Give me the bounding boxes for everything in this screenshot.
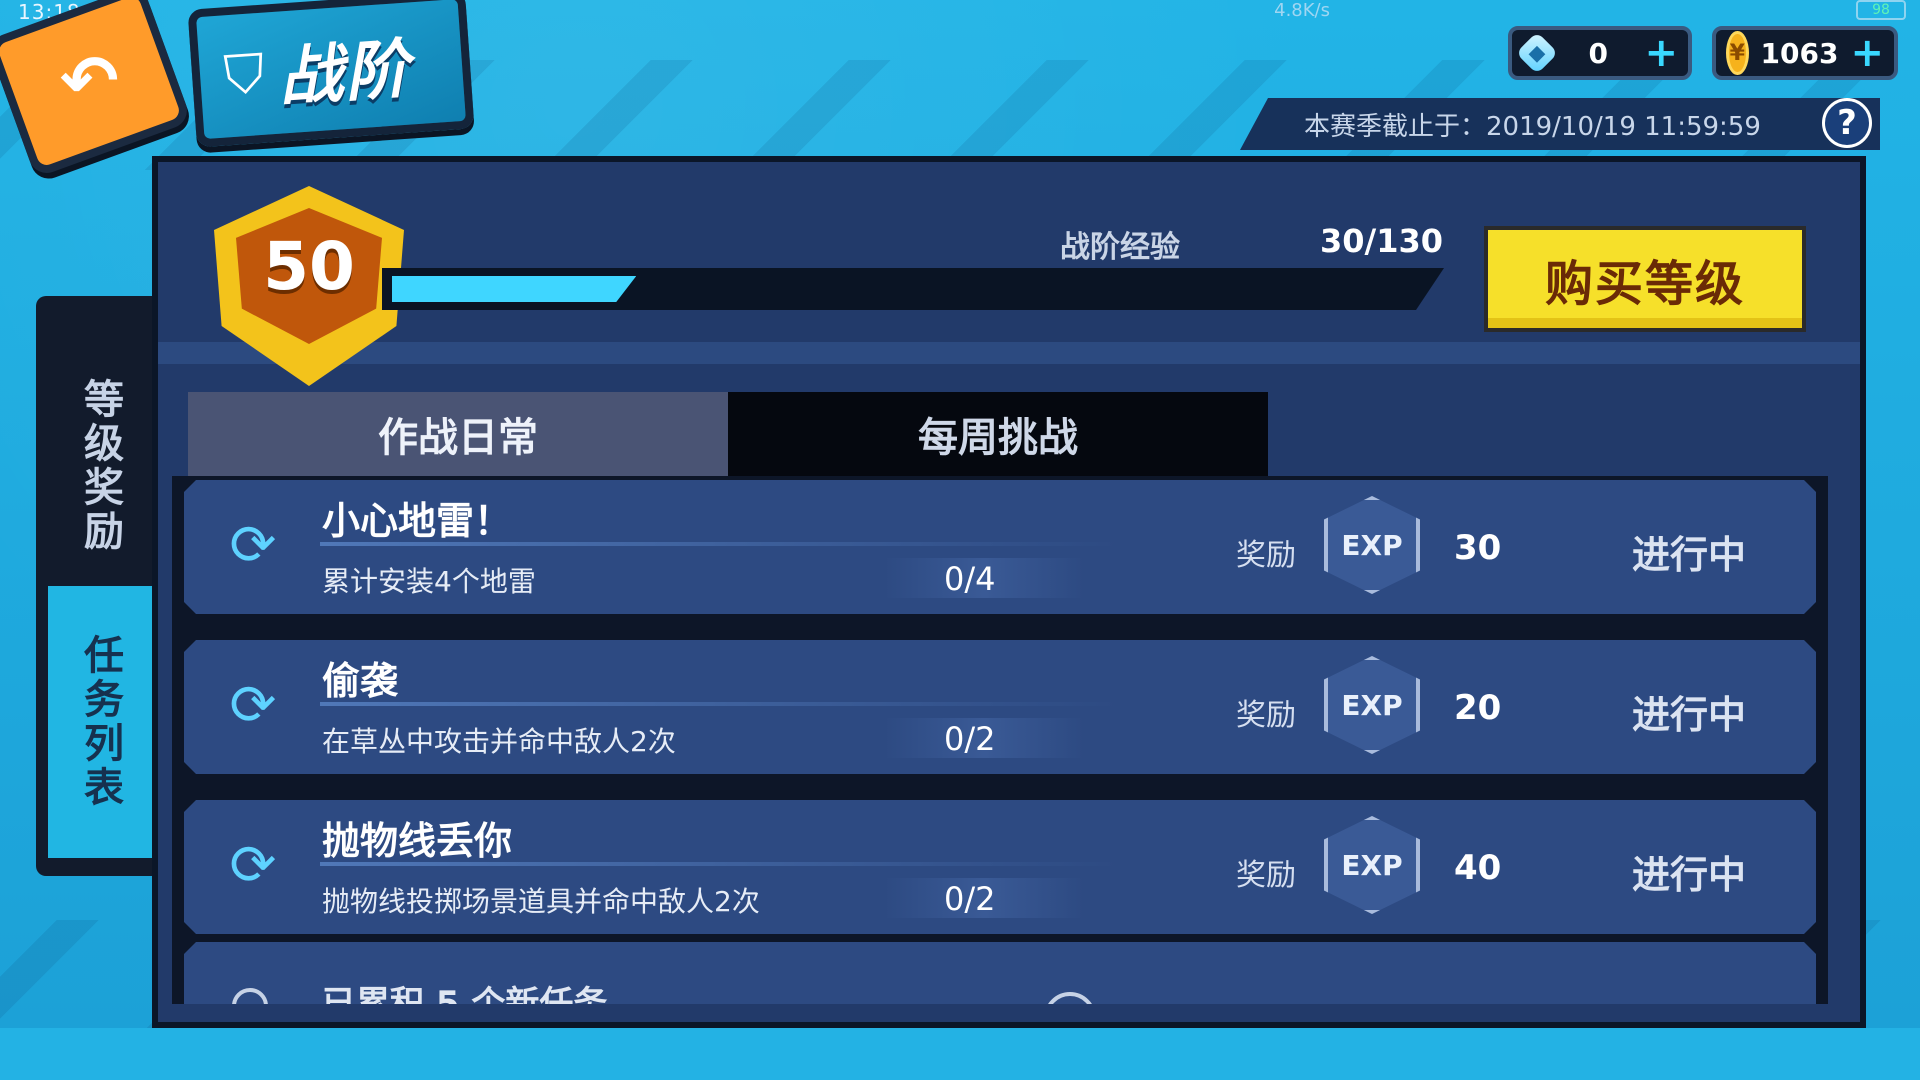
back-arrow-icon: ↶ [59, 40, 119, 122]
level-badge: 50 [214, 186, 404, 386]
tab-level-rewards[interactable]: 等级奖励 [48, 336, 152, 596]
tab-daily-missions[interactable]: 作战日常 [188, 392, 728, 476]
help-button[interactable]: ? [1822, 98, 1872, 148]
task-progress: 0/2 [944, 880, 996, 918]
info-icon [232, 988, 268, 1004]
rank-logo-icon: ⛉ [222, 41, 267, 108]
buy-level-button[interactable]: 购买等级 [1484, 226, 1806, 332]
reward-value: 20 [1454, 688, 1502, 728]
exp-icon: EXP [1324, 816, 1420, 914]
task-item[interactable]: ⟳ 抛物线丢你 抛物线投掷场景道具并命中敌人2次 0/2 奖励 EXP 40 进… [184, 800, 1816, 934]
exp-label: 战阶经验 [1060, 230, 1180, 265]
gem-count: 0 [1588, 36, 1608, 70]
reward-label: 奖励 [1236, 698, 1296, 733]
reward-label: 奖励 [1236, 538, 1296, 573]
task-progress: 0/4 [944, 560, 996, 598]
task-name: 抛物线丢你 [322, 819, 513, 863]
exp-icon: EXP [1324, 496, 1420, 594]
page-title: 战阶 [276, 32, 414, 116]
side-tab-bar: 等级奖励 任务列表 [36, 296, 154, 876]
gem-balance: ◆ 0 + [1508, 26, 1692, 80]
task-desc: 抛物线投掷场景道具并命中敌人2次 [322, 885, 760, 918]
level-value: 50 [263, 228, 355, 305]
network-speed: 4.8K/s [1274, 0, 1330, 21]
reward-label: 奖励 [1236, 858, 1296, 893]
add-gems-button[interactable]: + [1644, 33, 1678, 73]
coin-count: 1063 [1760, 36, 1839, 70]
refresh-icon[interactable]: ⟳ [222, 674, 284, 736]
task-name: 偷袭 [322, 659, 399, 703]
task-status: 进行中 [1632, 693, 1747, 737]
tab-weekly-challenges[interactable]: 每周挑战 [728, 392, 1268, 476]
exp-progress-bar [382, 268, 1444, 310]
task-status: 进行中 [1632, 533, 1747, 577]
reward-value: 40 [1454, 848, 1502, 888]
task-item[interactable]: ⟳ 小心地雷！ 累计安装4个地雷 0/4 奖励 EXP 30 进行中 [184, 480, 1816, 614]
exp-icon: EXP [1324, 656, 1420, 754]
title-sign: ⛉ 战阶 [187, 0, 475, 148]
refresh-icon[interactable]: ⟳ [222, 834, 284, 896]
exp-value: 30/130 [1320, 222, 1444, 260]
task-desc: 在草丛中攻击并命中敌人2次 [322, 725, 676, 758]
refresh-icon[interactable]: ⟳ [222, 514, 284, 576]
tab-task-list-label: 任务列表 [77, 634, 123, 810]
exp-progress-fill [392, 276, 636, 302]
new-tasks-notice[interactable]: 已累积 5 个新任务 [184, 942, 1816, 1004]
task-status: 进行中 [1632, 853, 1747, 897]
bottom-strip [0, 1028, 1920, 1080]
season-deadline: 本赛季截止于：2019/10/19 11:59:59 [1240, 98, 1880, 150]
task-desc: 累计安装4个地雷 [322, 565, 536, 598]
tab-task-list[interactable]: 任务列表 [48, 586, 152, 858]
clock-icon [1044, 992, 1096, 1004]
task-list[interactable]: ⟳ 小心地雷！ 累计安装4个地雷 0/4 奖励 EXP 30 进行中 ⟳ 偷袭 … [172, 476, 1828, 1004]
panel-stripe [158, 342, 1860, 364]
battery-indicator: 98 [1856, 0, 1906, 20]
task-name: 小心地雷！ [322, 499, 513, 543]
coin-icon: ¥ [1726, 31, 1749, 75]
task-item[interactable]: ⟳ 偷袭 在草丛中攻击并命中敌人2次 0/2 奖励 EXP 20 进行中 [184, 640, 1816, 774]
tab-level-rewards-label: 等级奖励 [77, 378, 123, 554]
coin-balance: ¥ 1063 + [1712, 26, 1898, 80]
task-progress: 0/2 [944, 720, 996, 758]
add-coins-button[interactable]: + [1850, 33, 1884, 73]
reward-value: 30 [1454, 528, 1502, 568]
new-tasks-text: 已累积 5 个新任务 [322, 984, 608, 1004]
gem-icon: ◆ [1515, 31, 1559, 75]
